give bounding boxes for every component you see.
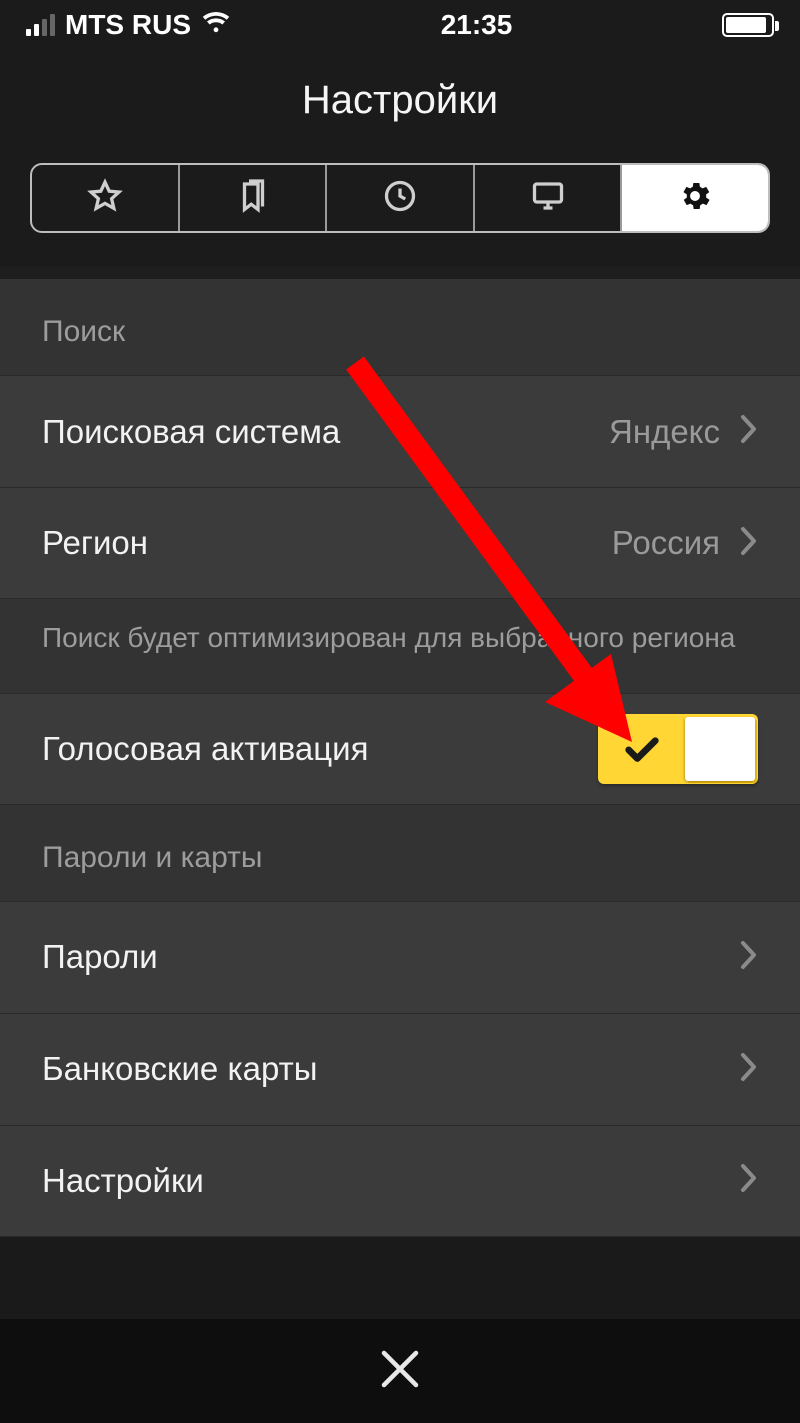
chevron-right-icon bbox=[740, 414, 758, 449]
close-icon bbox=[378, 1378, 422, 1395]
checkmark-icon bbox=[598, 729, 685, 769]
row-passwords[interactable]: Пароли bbox=[0, 901, 800, 1013]
monitor-icon bbox=[530, 178, 566, 219]
row-settings-sub[interactable]: Настройки bbox=[0, 1125, 800, 1237]
bookmarks-icon bbox=[234, 178, 270, 219]
search-group: Поисковая система Яндекс Регион Россия bbox=[0, 375, 800, 599]
row-region[interactable]: Регион Россия bbox=[0, 487, 800, 599]
row-value: Яндекс bbox=[609, 413, 720, 451]
carrier-label: MTS RUS bbox=[65, 9, 191, 41]
settings-body: Поиск Поисковая система Яндекс Регион Ро… bbox=[0, 279, 800, 1237]
section-header-search: Поиск bbox=[0, 279, 800, 375]
status-time: 21:35 bbox=[441, 9, 513, 41]
row-label: Голосовая активация bbox=[42, 730, 368, 768]
chevron-right-icon bbox=[740, 940, 758, 975]
row-label: Регион bbox=[42, 524, 148, 562]
toggle-knob bbox=[685, 717, 755, 781]
tab-bookmarks[interactable] bbox=[180, 165, 328, 231]
voice-group: Голосовая активация bbox=[0, 693, 800, 805]
divider bbox=[0, 267, 800, 279]
wifi-icon bbox=[201, 9, 231, 41]
chevron-right-icon bbox=[740, 526, 758, 561]
row-value: Россия bbox=[612, 524, 720, 562]
history-icon bbox=[382, 178, 418, 219]
row-right: Россия bbox=[612, 524, 758, 562]
status-left: MTS RUS bbox=[26, 9, 231, 41]
close-button[interactable] bbox=[378, 1347, 422, 1396]
row-label: Настройки bbox=[42, 1162, 204, 1200]
section-header-passwords: Пароли и карты bbox=[0, 805, 800, 901]
passwords-group: Пароли Банковские карты Настройки bbox=[0, 901, 800, 1237]
page-header: Настройки bbox=[0, 50, 800, 163]
section-footer-region: Поиск будет оптимизирован для выбранного… bbox=[0, 599, 800, 693]
row-label: Поисковая система bbox=[42, 413, 340, 451]
row-label: Пароли bbox=[42, 938, 158, 976]
star-icon bbox=[87, 178, 123, 219]
battery-icon bbox=[722, 13, 774, 37]
status-bar: MTS RUS 21:35 bbox=[0, 0, 800, 50]
row-right bbox=[740, 1163, 758, 1198]
tab-devices[interactable] bbox=[475, 165, 623, 231]
bottom-bar bbox=[0, 1319, 800, 1423]
gear-icon bbox=[677, 178, 713, 219]
segmented-tabs bbox=[30, 163, 770, 233]
row-label: Банковские карты bbox=[42, 1050, 317, 1088]
tabs-container bbox=[0, 163, 800, 267]
row-right bbox=[740, 1052, 758, 1087]
status-right bbox=[722, 13, 774, 37]
tab-favorites[interactable] bbox=[32, 165, 180, 231]
tab-history[interactable] bbox=[327, 165, 475, 231]
voice-activation-toggle[interactable] bbox=[598, 714, 758, 784]
row-right: Яндекс bbox=[609, 413, 758, 451]
row-bank-cards[interactable]: Банковские карты bbox=[0, 1013, 800, 1125]
tab-settings[interactable] bbox=[622, 165, 768, 231]
chevron-right-icon bbox=[740, 1163, 758, 1198]
page-title: Настройки bbox=[0, 78, 800, 123]
chevron-right-icon bbox=[740, 1052, 758, 1087]
cellular-signal-icon bbox=[26, 14, 55, 36]
row-search-engine[interactable]: Поисковая система Яндекс bbox=[0, 375, 800, 487]
row-right bbox=[598, 714, 758, 784]
row-right bbox=[740, 940, 758, 975]
row-voice-activation[interactable]: Голосовая активация bbox=[0, 693, 800, 805]
